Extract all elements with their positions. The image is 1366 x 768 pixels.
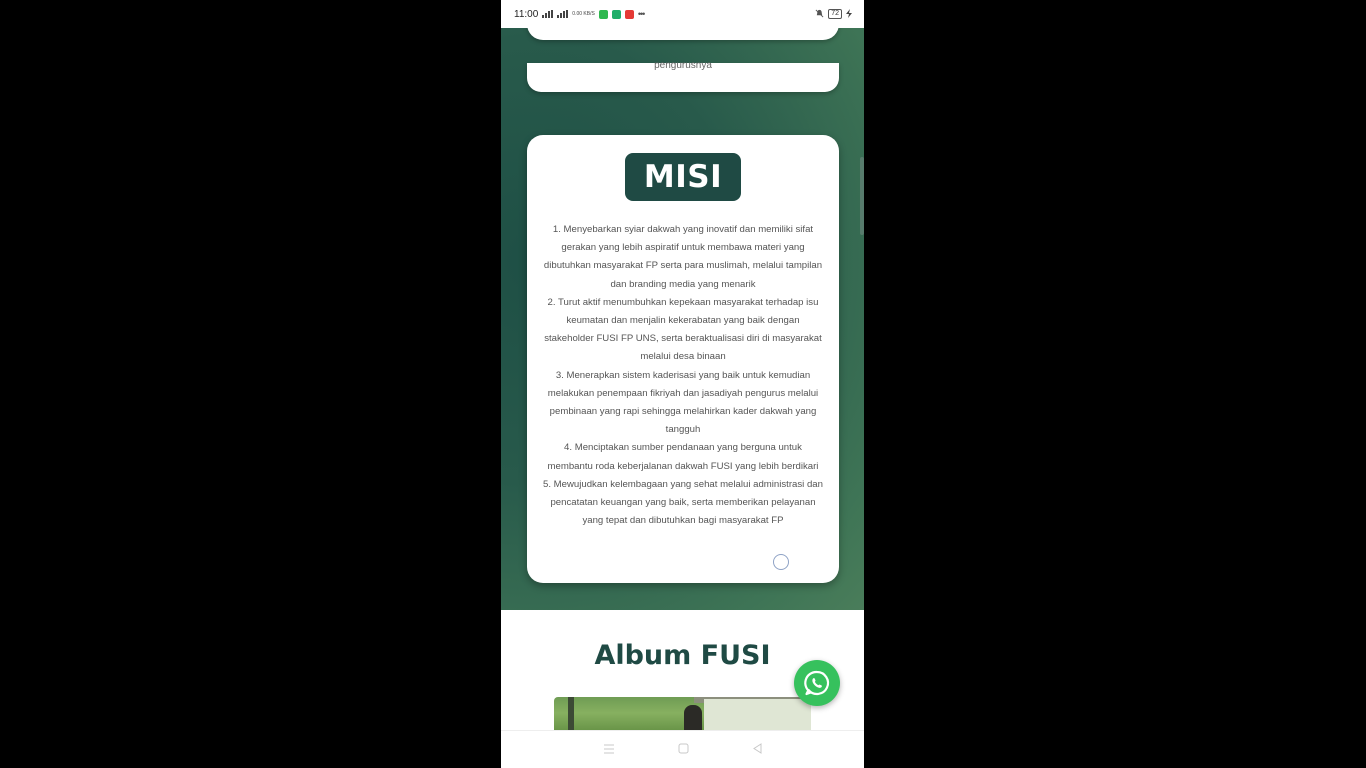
misi-item: 5. Mewujudkan kelembagaan yang sehat mel… <box>543 478 823 527</box>
scrollbar[interactable] <box>860 157 864 235</box>
misi-list: 1. Menyebarkan syiar dakwah yang inovati… <box>541 221 825 530</box>
touch-indicator <box>773 554 789 570</box>
status-left: 11:00 0.00 KB/S ••• <box>514 8 646 20</box>
recents-icon[interactable] <box>603 743 615 757</box>
misi-item: 3. Menerapkan sistem kaderisasi yang bai… <box>547 369 819 436</box>
mute-icon <box>815 9 824 20</box>
more-notifications-icon: ••• <box>637 9 646 19</box>
whatsapp-notification-icon <box>598 9 608 19</box>
previous-card-text: pengurusnya <box>654 60 712 71</box>
network-speed: 0.00 KB/S <box>572 10 595 17</box>
youtube-notification-icon <box>624 9 634 19</box>
misi-heading: MISI <box>625 153 741 201</box>
misi-item: 2. Turut aktif menumbuhkan kepekaan masy… <box>544 296 822 363</box>
status-bar: 11:00 0.00 KB/S ••• 72 <box>501 0 864 28</box>
visi-misi-section: pengurusnya MISI 1. Menyebarkan syiar da… <box>501 0 864 610</box>
home-icon[interactable] <box>678 743 689 757</box>
status-time: 11:00 <box>514 8 539 20</box>
phone-screen: 11:00 0.00 KB/S ••• 72 pengurusnya MISI <box>501 0 864 768</box>
signal-icon <box>542 10 554 18</box>
status-right: 72 <box>815 8 852 20</box>
navigation-bar <box>501 730 864 768</box>
whatsapp-business-notification-icon <box>611 9 621 19</box>
misi-item: 1. Menyebarkan syiar dakwah yang inovati… <box>543 224 823 290</box>
misi-card: MISI 1. Menyebarkan syiar dakwah yang in… <box>527 135 839 583</box>
previous-card: pengurusnya <box>527 60 839 92</box>
charging-icon <box>846 8 852 20</box>
signal-icon-2 <box>557 10 569 18</box>
misi-item: 4. Menciptakan sumber pendanaan yang ber… <box>547 442 819 472</box>
whatsapp-icon <box>804 670 830 696</box>
battery-indicator: 72 <box>828 9 842 19</box>
back-icon[interactable] <box>752 742 763 757</box>
whatsapp-chat-button[interactable] <box>794 660 840 706</box>
